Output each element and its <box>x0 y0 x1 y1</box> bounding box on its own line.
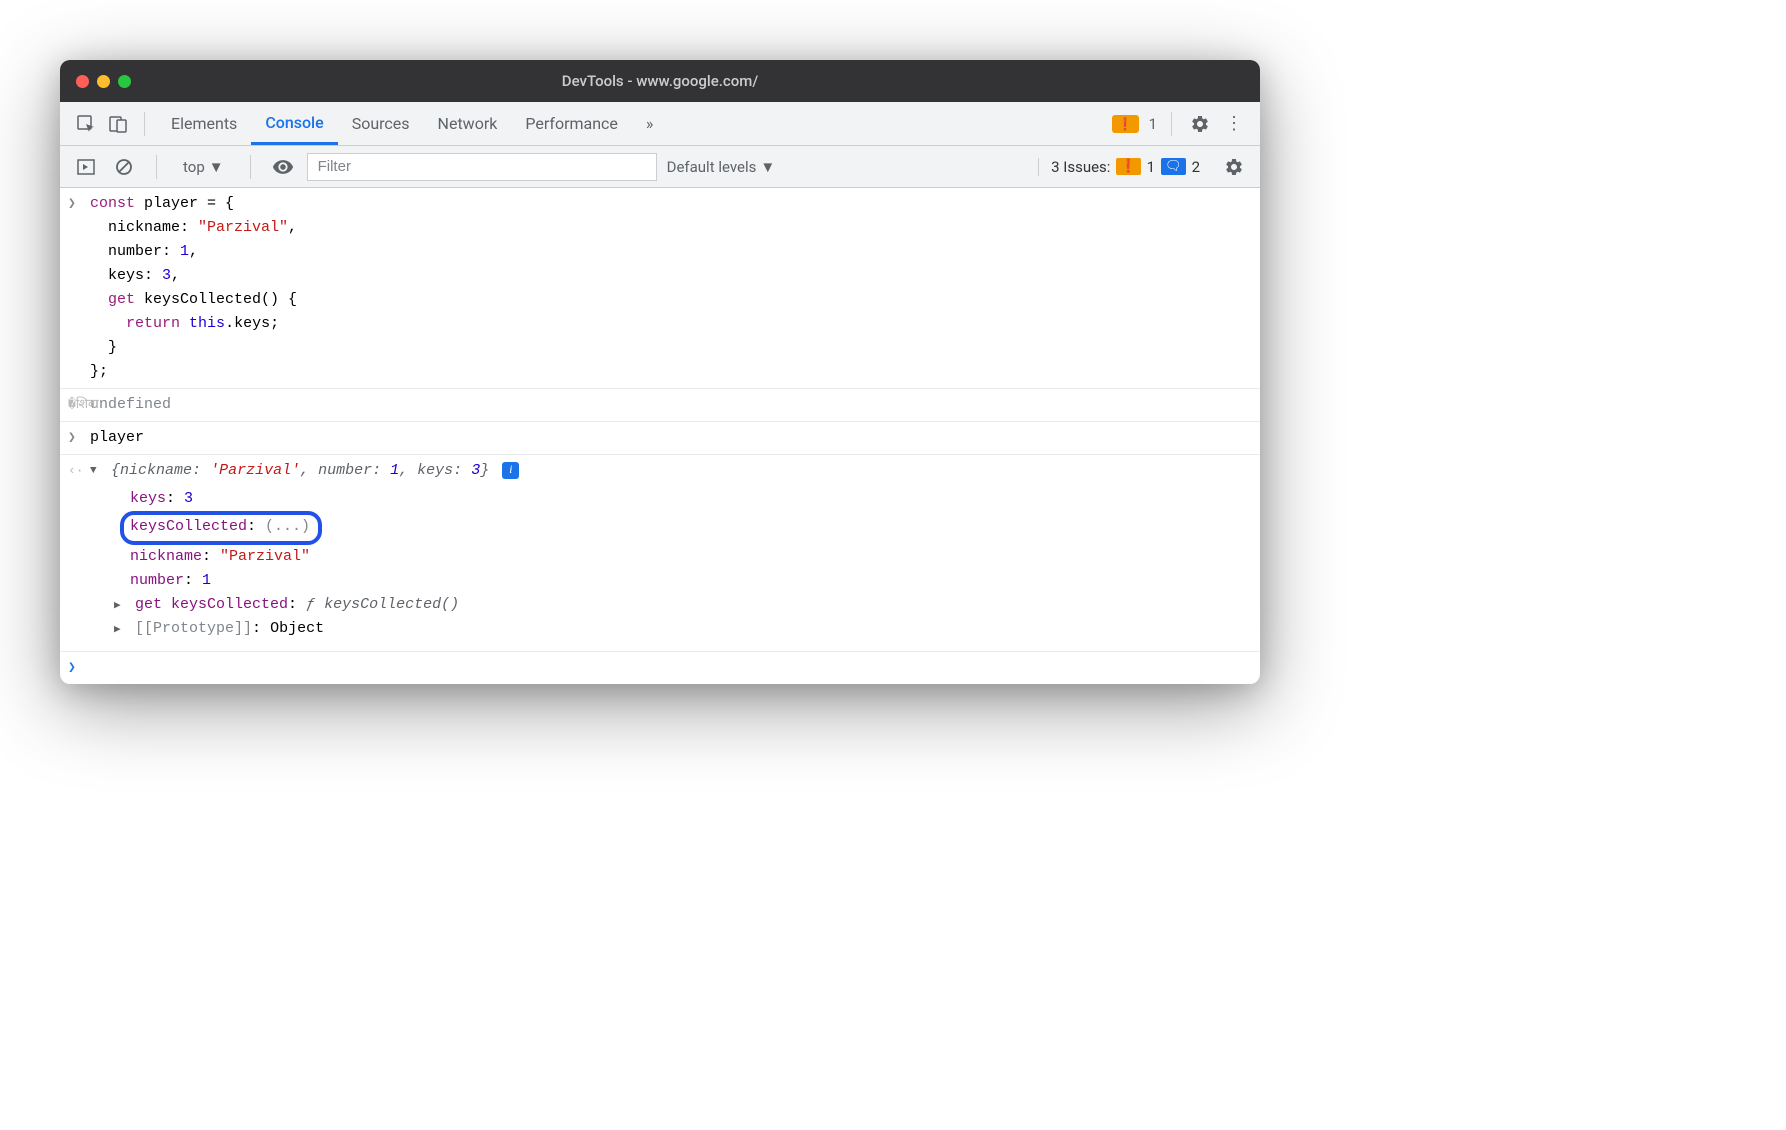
sidebar-toggle-icon[interactable] <box>72 153 100 181</box>
issues-warn-count: 1 <box>1147 158 1155 176</box>
log-levels-selector[interactable]: Default levels ▼ <box>667 158 776 176</box>
window-title: DevTools - www.google.com/ <box>60 72 1260 90</box>
highlight-annotation: keysCollected: (...) <box>120 511 322 545</box>
more-options-icon[interactable]: ⋮ <box>1220 110 1248 138</box>
console-toolbar: top ▼ Default levels ▼ 3 Issues: ❗ 1 🗨 2 <box>60 146 1260 188</box>
console-output-row: �शिवा ‹· undefined <box>60 389 1260 422</box>
warning-badge[interactable]: ❗ <box>1112 115 1139 133</box>
output-chevron-icon: ‹· <box>68 395 82 416</box>
tab-console[interactable]: Console <box>251 102 337 145</box>
input-chevron-icon: ❯ <box>68 194 82 215</box>
output-chevron-icon: ‹· <box>68 461 82 482</box>
tab-performance[interactable]: Performance <box>511 102 632 145</box>
device-toolbar-icon[interactable] <box>104 110 132 138</box>
object-property-row[interactable]: number: 1 <box>90 569 1250 593</box>
divider <box>156 155 157 179</box>
console-settings-icon[interactable] <box>1220 153 1248 181</box>
object-property-row[interactable]: keysCollected: (...) <box>90 511 1250 545</box>
code-block[interactable]: player <box>90 429 144 446</box>
more-tabs-button[interactable]: » <box>632 102 668 145</box>
output-value: undefined <box>90 396 171 413</box>
input-chevron-icon: ❯ <box>68 658 82 679</box>
chevron-down-icon: ▼ <box>760 158 775 176</box>
issues-summary[interactable]: 3 Issues: ❗ 1 🗨 2 <box>1038 158 1200 176</box>
tab-elements[interactable]: Elements <box>157 102 251 145</box>
console-input-row: ❯ player <box>60 422 1260 455</box>
console-output: ❯ const player = { nickname: "Parzival",… <box>60 188 1260 684</box>
context-selector[interactable]: top ▼ <box>175 154 232 180</box>
console-output-row: ‹· ▼ {nickname: 'Parzival', number: 1, k… <box>60 455 1260 652</box>
clear-console-icon[interactable] <box>110 153 138 181</box>
live-expression-icon[interactable] <box>269 153 297 181</box>
info-icon: 🗨 <box>1161 158 1186 175</box>
divider <box>250 155 251 179</box>
toolbar-right: ❗ 1 ⋮ <box>1112 110 1248 138</box>
issues-label: 3 Issues: <box>1051 158 1110 176</box>
chevron-down-icon: ▼ <box>209 158 224 176</box>
object-property-row[interactable]: nickname: "Parzival" <box>90 545 1250 569</box>
titlebar: DevTools - www.google.com/ <box>60 60 1260 102</box>
inspect-element-icon[interactable] <box>72 110 100 138</box>
context-label: top <box>183 158 205 176</box>
info-icon[interactable]: i <box>502 462 519 479</box>
object-property-row[interactable]: keys: 3 <box>90 487 1250 511</box>
expand-triangle-icon[interactable]: ▶ <box>114 598 126 616</box>
issues-info-count: 2 <box>1192 158 1200 176</box>
filter-input[interactable] <box>307 153 657 181</box>
devtools-window: DevTools - www.google.com/ Elements Cons… <box>60 60 1260 684</box>
object-property-row[interactable]: ▶ [[Prototype]]: Object <box>90 617 1250 641</box>
console-input-row: ❯ const player = { nickname: "Parzival",… <box>60 188 1260 389</box>
warning-icon: ❗ <box>1118 117 1133 131</box>
object-preview[interactable]: ▼ {nickname: 'Parzival', number: 1, keys… <box>90 459 1250 483</box>
panel-tabs: Elements Console Sources Network Perform… <box>157 102 1108 145</box>
tab-sources[interactable]: Sources <box>338 102 424 145</box>
divider <box>144 112 145 136</box>
expand-triangle-icon[interactable]: ▼ <box>90 463 102 481</box>
divider <box>1171 112 1172 136</box>
main-toolbar: Elements Console Sources Network Perform… <box>60 102 1260 146</box>
warning-count: 1 <box>1149 115 1157 133</box>
levels-label: Default levels <box>667 158 757 176</box>
tab-network[interactable]: Network <box>424 102 512 145</box>
warning-icon: ❗ <box>1116 158 1140 175</box>
settings-icon[interactable] <box>1186 110 1214 138</box>
input-chevron-icon: ❯ <box>68 428 82 449</box>
console-input-prompt[interactable]: ❯ <box>60 652 1260 684</box>
object-property-row[interactable]: ▶ get keysCollected: ƒ keysCollected() <box>90 593 1250 617</box>
expand-triangle-icon[interactable]: ▶ <box>114 622 126 640</box>
code-block[interactable]: const player = { nickname: "Parzival", n… <box>90 192 1250 384</box>
